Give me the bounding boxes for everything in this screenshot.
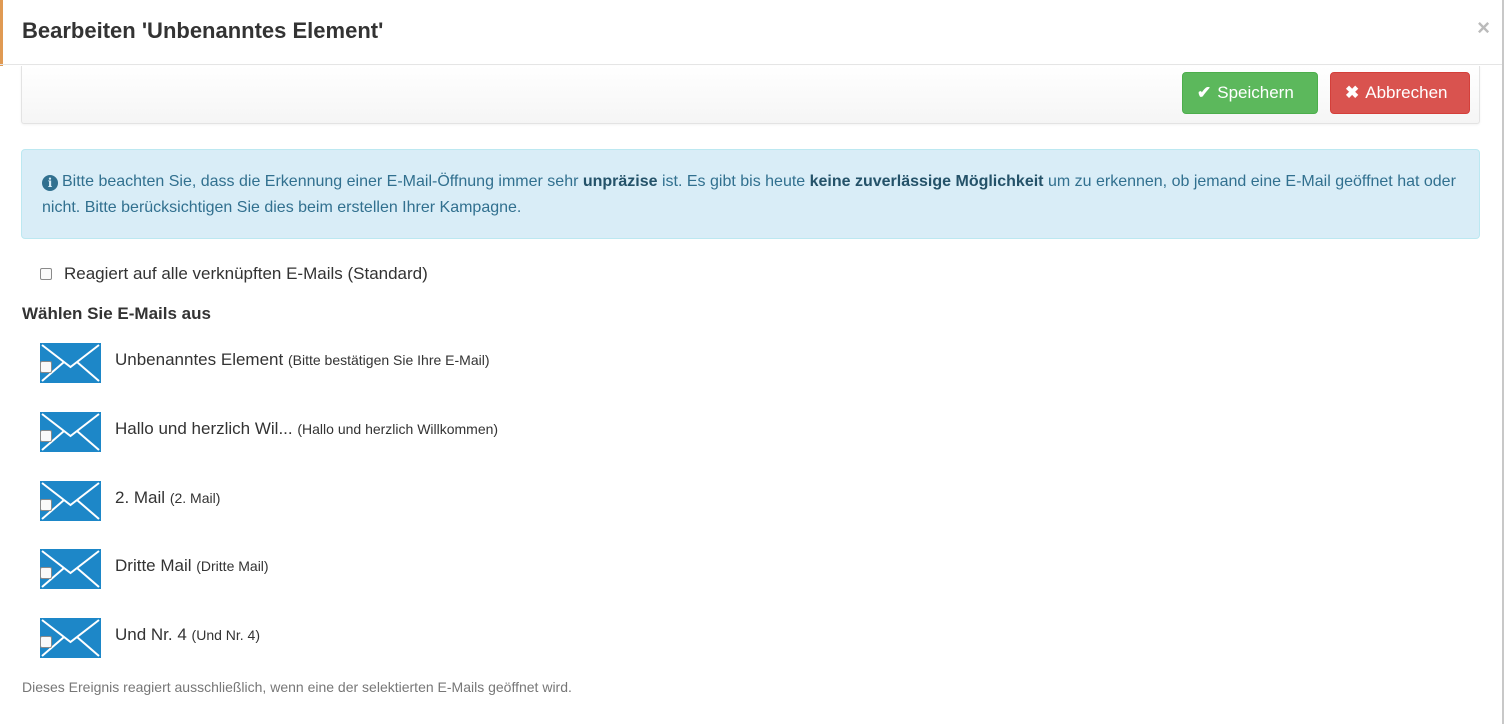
alert-bold-1: unpräzise [582, 173, 658, 190]
mail-item[interactable]: Unbenanntes Element (Bitte bestätigen Si… [40, 343, 740, 385]
info-alert: i Bitte beachten Sie, dass die Erkennung … [21, 149, 1480, 239]
mail-name: Dritte Mail [115, 556, 192, 575]
cancel-button-label: Abbrechen [1365, 83, 1448, 102]
mail-label[interactable]: Und Nr. 4 (Und Nr. 4) [115, 625, 260, 645]
mail-subject: (Hallo und herzlich Willkommen) [297, 421, 499, 437]
mail-subject: (Bitte bestätigen Sie Ihre E-Mail) [287, 352, 490, 368]
footer-note: Dieses Ereignis reagiert ausschließlich,… [22, 679, 572, 695]
info-icon: i [42, 175, 58, 191]
mail-name: 2. Mail [115, 488, 166, 507]
alert-text-1: Bitte beachten Sie, dass die Erkennung e… [62, 173, 583, 190]
mail-checkbox[interactable] [40, 499, 52, 511]
standard-option-checkbox[interactable] [40, 268, 52, 280]
mail-label[interactable]: 2. Mail (2. Mail) [115, 488, 220, 508]
mail-checkbox[interactable] [40, 567, 52, 579]
modal-title: Bearbeiten 'Unbenanntes Element' [22, 18, 384, 43]
mail-label[interactable]: Unbenanntes Element (Bitte bestätigen Si… [115, 350, 490, 370]
alert-bold-2: keine zuverlässige Möglichkeit [809, 173, 1044, 190]
action-toolbar: ✔ Speichern ✖ Abbrechen [21, 66, 1480, 124]
mail-item[interactable]: Dritte Mail (Dritte Mail) [40, 549, 740, 591]
mail-subject: (Dritte Mail) [196, 558, 269, 574]
alert-text-2: ist. Es gibt bis heute [657, 173, 810, 190]
mail-checkbox[interactable] [40, 430, 52, 442]
check-icon: ✔ [1197, 83, 1212, 102]
mail-checkbox[interactable] [40, 361, 52, 373]
mail-checkbox[interactable] [40, 636, 52, 648]
mail-item[interactable]: 2. Mail (2. Mail) [40, 481, 740, 523]
standard-option-label[interactable]: Reagiert auf alle verknüpften E-Mails (S… [64, 264, 428, 284]
mail-item[interactable]: Und Nr. 4 (Und Nr. 4) [40, 618, 740, 660]
mail-subject: (2. Mail) [169, 490, 221, 506]
times-icon: ✖ [1345, 83, 1360, 102]
mail-label[interactable]: Dritte Mail (Dritte Mail) [115, 556, 269, 576]
section-title: Wählen Sie E-Mails aus [22, 304, 211, 323]
modal-header: Bearbeiten 'Unbenanntes Element' × [0, 0, 1502, 65]
mail-name: Hallo und herzlich Wil... [115, 419, 293, 438]
save-button[interactable]: ✔ Speichern [1182, 72, 1318, 114]
mail-subject: (Und Nr. 4) [191, 627, 261, 643]
cancel-button[interactable]: ✖ Abbrechen [1330, 72, 1470, 114]
mail-name: Unbenanntes Element [115, 350, 284, 369]
close-icon[interactable]: × [1477, 16, 1490, 40]
mail-name: Und Nr. 4 [115, 625, 187, 644]
save-button-label: Speichern [1217, 83, 1294, 102]
mail-label[interactable]: Hallo und herzlich Wil... (Hallo und her… [115, 419, 498, 439]
standard-option-row[interactable]: Reagiert auf alle verknüpften E-Mails (S… [40, 264, 428, 284]
mail-item[interactable]: Hallo und herzlich Wil... (Hallo und her… [40, 412, 740, 454]
